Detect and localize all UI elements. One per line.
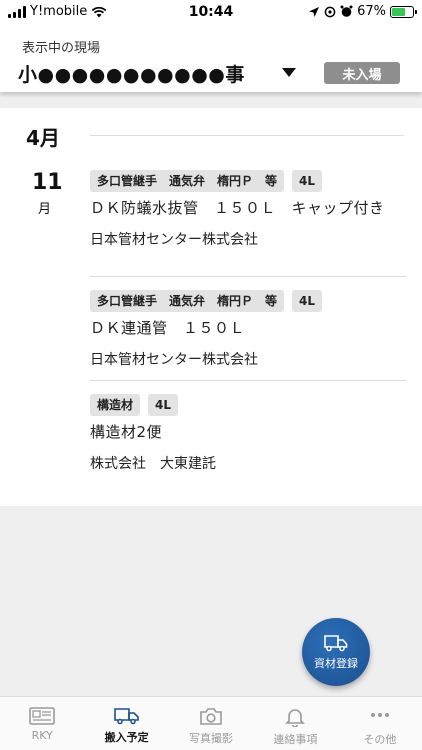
tag-group: 構造材 4L	[90, 394, 406, 416]
delivery-entry[interactable]: 多口管継手 通気弁 楕円Ｐ 等 4L ＤＫ連通管 １５０Ｌ 日本管材センター株式…	[90, 290, 406, 369]
battery-fill	[392, 7, 406, 16]
delivery-entry[interactable]: 構造材 4L 構造材2便 株式会社 大東建託	[90, 394, 406, 473]
company-name: 日本管材センター株式会社	[90, 232, 258, 248]
rotation-lock-icon	[324, 6, 336, 17]
fab-label: 資材登録	[314, 656, 358, 670]
entry-divider	[90, 380, 406, 381]
tag-group: 多口管継手 通気弁 楕円Ｐ 等 4L	[90, 290, 406, 312]
entry-divider	[90, 276, 406, 277]
tab-photo[interactable]: 写真撮影	[169, 697, 253, 750]
chevron-down-icon[interactable]	[282, 68, 296, 77]
size-tag: 4L	[148, 394, 179, 416]
day-unit: 月	[38, 202, 52, 217]
site-selector[interactable]: 小●●●●●●●●●●●事	[18, 60, 245, 87]
tab-label: その他	[363, 733, 397, 746]
category-tag: 多口管継手 通気弁 楕円Ｐ 等	[90, 290, 285, 312]
truck-icon	[113, 708, 139, 725]
item-name: ＤＫ連通管 １５０Ｌ	[90, 319, 246, 337]
month-divider	[90, 135, 404, 136]
delivery-entry[interactable]: 多口管継手 通気弁 楕円Ｐ 等 4L ＤＫ防蟻水抜管 １５０Ｌ キャップ付き 日…	[90, 170, 406, 249]
month-heading: 4月	[26, 126, 60, 150]
more-icon	[370, 713, 389, 717]
battery-icon	[390, 5, 417, 18]
company-name: 日本管材センター株式会社	[90, 352, 258, 368]
company-name: 株式会社 大東建託	[90, 456, 216, 472]
day-number: 11	[32, 170, 63, 195]
register-material-button[interactable]: 資材登録	[302, 618, 370, 686]
tab-label: 連絡事項	[273, 733, 318, 746]
tab-label: RKY	[31, 729, 53, 742]
battery-percent: 67%	[357, 4, 386, 19]
tab-rky[interactable]: RKY	[0, 697, 84, 750]
tab-bar: RKY 搬入予定 写真撮影 連絡事項 その他	[0, 696, 422, 750]
tag-group: 多口管継手 通気弁 楕円Ｐ 等 4L	[90, 170, 406, 192]
status-right: 67%	[308, 4, 417, 19]
size-tag: 4L	[292, 170, 323, 192]
item-name: ＤＫ防蟻水抜管 １５０Ｌ キャップ付き	[90, 199, 385, 217]
current-site-label: 表示中の現場	[22, 41, 101, 56]
status-bar: Y!mobile 10:44 67%	[0, 0, 422, 26]
site-header: 表示中の現場 小●●●●●●●●●●●事 未入場	[0, 26, 422, 92]
newspaper-icon	[29, 707, 56, 725]
entry-status-badge[interactable]: 未入場	[324, 62, 400, 84]
camera-icon	[200, 708, 222, 725]
bell-icon	[285, 709, 306, 727]
truck-icon	[324, 634, 348, 651]
size-tag: 4L	[292, 290, 323, 312]
content-area: 4月 11 月 多口管継手 通気弁 楕円Ｐ 等 4L ＤＫ防蟻水抜管 １５０Ｌ …	[0, 92, 422, 696]
tab-label: 搬入予定	[104, 731, 149, 744]
tab-more[interactable]: その他	[338, 697, 422, 750]
location-icon	[309, 6, 320, 17]
tab-notices[interactable]: 連絡事項	[253, 697, 337, 750]
category-tag: 多口管継手 通気弁 楕円Ｐ 等	[90, 170, 285, 192]
delivery-list: 4月 11 月 多口管継手 通気弁 楕円Ｐ 等 4L ＤＫ防蟻水抜管 １５０Ｌ …	[0, 108, 422, 506]
item-name: 構造材2便	[90, 423, 163, 441]
tab-delivery-schedule[interactable]: 搬入予定	[84, 697, 168, 750]
alarm-icon	[340, 5, 353, 17]
tab-label: 写真撮影	[189, 732, 234, 745]
category-tag: 構造材	[90, 394, 141, 416]
